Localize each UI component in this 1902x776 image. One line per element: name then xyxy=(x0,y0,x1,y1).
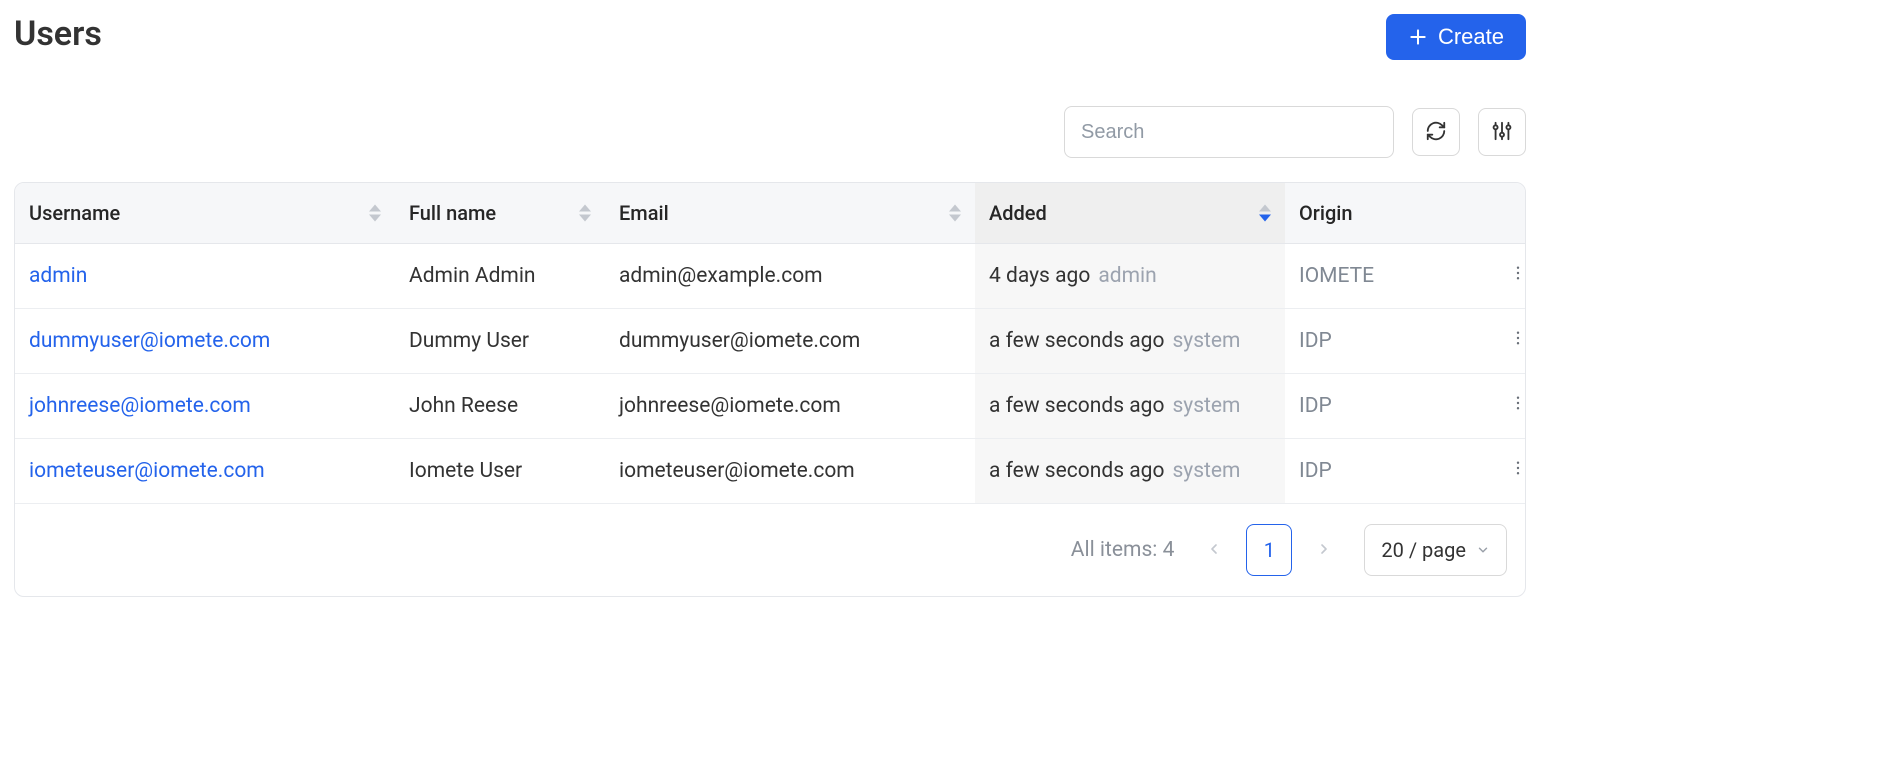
added-cell: a few seconds ago system xyxy=(975,374,1285,439)
origin-cell: IDP xyxy=(1285,309,1485,374)
column-header-actions xyxy=(1485,183,1526,244)
column-label: Email xyxy=(619,201,669,225)
added-time: a few seconds ago xyxy=(989,459,1164,483)
row-actions-button[interactable] xyxy=(1509,394,1526,418)
row-actions-button[interactable] xyxy=(1509,459,1526,483)
origin-cell: IOMETE xyxy=(1285,244,1485,309)
fullname-cell: Iomete User xyxy=(395,439,605,504)
table-row: johnreese@iomete.comJohn Reesejohnreese@… xyxy=(15,374,1526,439)
username-link[interactable]: admin xyxy=(29,264,87,288)
column-label: Username xyxy=(29,201,120,225)
sort-icon xyxy=(949,205,961,222)
row-actions-button[interactable] xyxy=(1509,264,1526,288)
sort-icon xyxy=(579,205,591,222)
email-cell: iometeuser@iomete.com xyxy=(605,439,975,504)
added-time: a few seconds ago xyxy=(989,394,1164,418)
table-row: dummyuser@iomete.comDummy Userdummyuser@… xyxy=(15,309,1526,374)
page-size-label: 20 / page xyxy=(1381,538,1466,562)
column-header-fullname[interactable]: Full name xyxy=(395,183,605,244)
added-time: a few seconds ago xyxy=(989,329,1164,353)
more-vertical-icon xyxy=(1509,264,1526,288)
email-cell: admin@example.com xyxy=(605,244,975,309)
page-size-select[interactable]: 20 / page xyxy=(1364,524,1507,576)
page-title: Users xyxy=(14,14,102,55)
origin-cell: IDP xyxy=(1285,439,1485,504)
column-header-origin[interactable]: Origin xyxy=(1285,183,1485,244)
email-cell: dummyuser@iomete.com xyxy=(605,309,975,374)
search-input[interactable] xyxy=(1064,106,1394,158)
more-vertical-icon xyxy=(1509,459,1526,483)
added-by: admin xyxy=(1098,264,1156,288)
create-button[interactable]: Create xyxy=(1386,14,1526,60)
plus-icon xyxy=(1408,27,1428,47)
fullname-cell: Dummy User xyxy=(395,309,605,374)
username-link[interactable]: iometeuser@iomete.com xyxy=(29,459,265,483)
more-vertical-icon xyxy=(1509,329,1526,353)
chevron-left-icon xyxy=(1206,538,1222,562)
origin-cell: IDP xyxy=(1285,374,1485,439)
column-header-username[interactable]: Username xyxy=(15,183,395,244)
table-row: iometeuser@iomete.comIomete Useriometeus… xyxy=(15,439,1526,504)
sliders-icon xyxy=(1491,120,1513,145)
fullname-cell: Admin Admin xyxy=(395,244,605,309)
next-page-button[interactable] xyxy=(1308,534,1340,566)
filter-settings-button[interactable] xyxy=(1478,108,1526,156)
column-header-added[interactable]: Added xyxy=(975,183,1285,244)
added-cell: 4 days ago admin xyxy=(975,244,1285,309)
page-number[interactable]: 1 xyxy=(1246,524,1292,576)
sort-icon xyxy=(369,205,381,222)
items-count: All items: 4 xyxy=(1071,538,1175,562)
users-table: Username Full name Email Added xyxy=(14,182,1526,597)
create-button-label: Create xyxy=(1438,24,1504,50)
username-link[interactable]: dummyuser@iomete.com xyxy=(29,329,270,353)
column-label: Origin xyxy=(1299,201,1353,225)
email-cell: johnreese@iomete.com xyxy=(605,374,975,439)
added-cell: a few seconds ago system xyxy=(975,439,1285,504)
added-by: system xyxy=(1172,459,1240,483)
added-time: 4 days ago xyxy=(989,264,1090,288)
username-link[interactable]: johnreese@iomete.com xyxy=(29,394,251,418)
row-actions-button[interactable] xyxy=(1509,329,1526,353)
column-header-email[interactable]: Email xyxy=(605,183,975,244)
added-cell: a few seconds ago system xyxy=(975,309,1285,374)
more-vertical-icon xyxy=(1509,394,1526,418)
column-label: Added xyxy=(989,201,1047,225)
chevron-right-icon xyxy=(1316,538,1332,562)
table-row: adminAdmin Adminadmin@example.com4 days … xyxy=(15,244,1526,309)
refresh-icon xyxy=(1425,120,1447,145)
refresh-button[interactable] xyxy=(1412,108,1460,156)
fullname-cell: John Reese xyxy=(395,374,605,439)
chevron-down-icon xyxy=(1476,538,1490,562)
added-by: system xyxy=(1172,394,1240,418)
added-by: system xyxy=(1172,329,1240,353)
prev-page-button[interactable] xyxy=(1198,534,1230,566)
sort-icon xyxy=(1259,205,1271,222)
column-label: Full name xyxy=(409,201,496,225)
